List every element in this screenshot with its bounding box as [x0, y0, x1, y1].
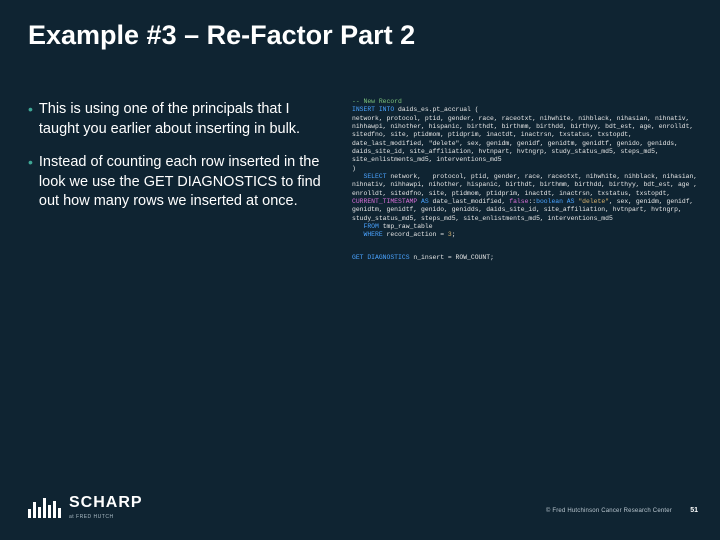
bullet-list: • This is using one of the principals th…	[28, 100, 328, 226]
code-comment: -- New Record	[352, 98, 402, 105]
code-type: boolean	[536, 198, 563, 205]
logo: SCHARP at FRED HUTCH	[28, 494, 143, 520]
logo-text-wrap: SCHARP at FRED HUTCH	[69, 494, 143, 520]
code-keyword: CURRENT_TIMESTAMP	[352, 198, 417, 205]
page-number: 51	[690, 507, 698, 514]
code-text: network, protocol, ptid, gender, race, r…	[352, 173, 701, 197]
list-item: • Instead of counting each row inserted …	[28, 153, 328, 212]
code-literal: false	[509, 198, 528, 205]
code-text: ::	[528, 198, 536, 205]
bullet-icon: •	[28, 153, 33, 212]
logo-text: SCHARP	[69, 494, 143, 512]
bullet-icon: •	[28, 100, 33, 139]
copyright-text: © Fred Hutchinson Cancer Research Center	[546, 508, 672, 514]
code-text: date_last_modified,	[433, 198, 510, 205]
logo-subtext: at FRED HUTCH	[69, 514, 143, 520]
code-text: network, protocol, ptid, gender, race, r…	[352, 115, 697, 164]
code-string: "delete"	[578, 198, 609, 205]
logo-icon	[28, 496, 61, 518]
code-keyword: FROM	[364, 223, 379, 230]
code-block: -- New Record INSERT INTO daids_es.pt_ac…	[352, 98, 700, 262]
list-item: • This is using one of the principals th…	[28, 100, 328, 139]
code-keyword: GET DIAGNOSTICS	[352, 254, 410, 261]
code-keyword: WHERE	[364, 231, 383, 238]
bullet-text: This is using one of the principals that…	[39, 100, 328, 139]
slide-footer: SCHARP at FRED HUTCH © Fred Hutchinson C…	[0, 490, 720, 530]
code-text: daids_es.pt_accrual (	[394, 106, 478, 113]
code-keyword: AS	[417, 198, 432, 205]
bullet-text: Instead of counting each row inserted in…	[39, 153, 328, 212]
code-text: tmp_raw_table	[379, 223, 433, 230]
code-punct: ;	[490, 254, 494, 261]
code-text: record_action =	[383, 231, 448, 238]
code-keyword: SELECT	[364, 173, 387, 180]
code-keyword: AS	[563, 198, 578, 205]
code-text: n_insert = ROW_COUNT	[410, 254, 491, 261]
code-punct: ;	[452, 231, 456, 238]
code-keyword: INSERT INTO	[352, 106, 394, 113]
slide-title: Example #3 – Re-Factor Part 2	[28, 20, 692, 51]
code-text: )	[352, 165, 356, 172]
